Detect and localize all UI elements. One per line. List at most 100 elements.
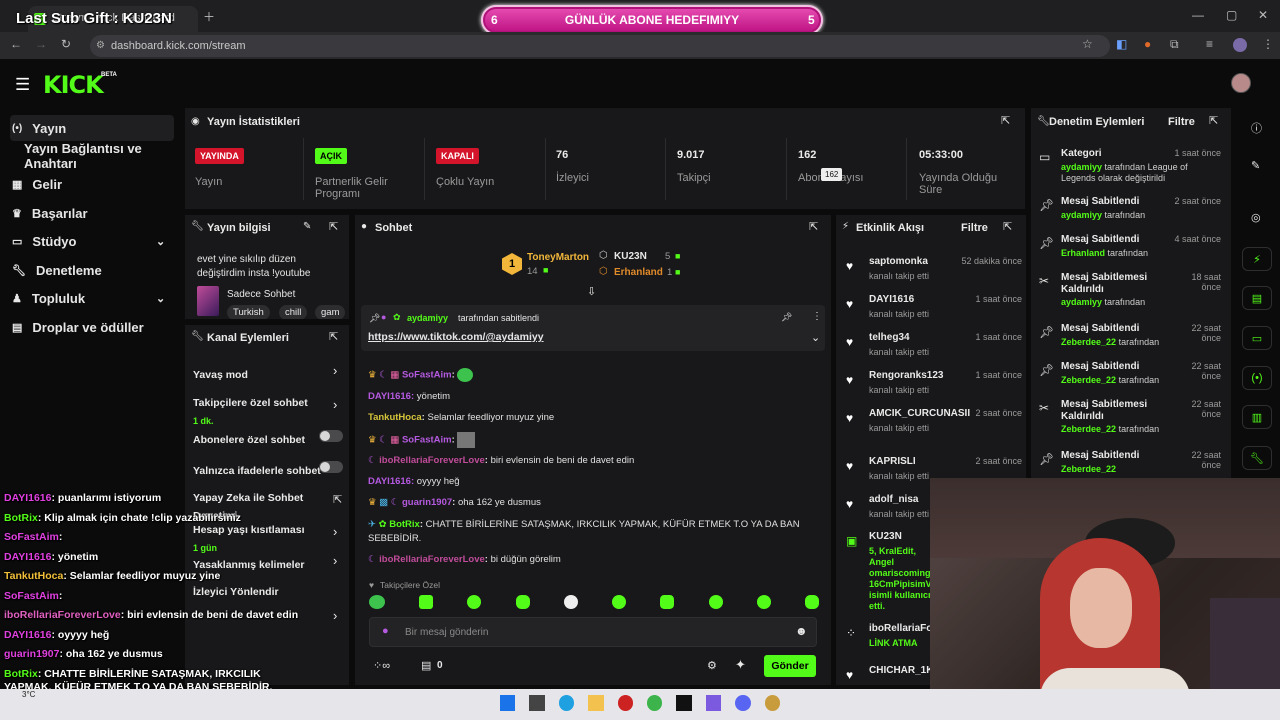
sidebar-item-achievements[interactable]: ♛ Başarılar [10, 200, 174, 226]
lightning-tool-icon[interactable]: ⚡︎ [1242, 247, 1272, 271]
chat-input[interactable]: ● Bir mesaj gönderin ☻ [369, 617, 817, 647]
moderation-user[interactable]: Zeberdee_22 [1061, 424, 1116, 434]
kick-app-icon[interactable] [676, 695, 692, 711]
emoji-picker-icon[interactable]: ☻ [795, 624, 808, 638]
sidebar-item-stream[interactable]: (•) Yayın [10, 115, 174, 141]
filter-button[interactable]: Filtre [961, 222, 988, 234]
user-avatar[interactable] [1231, 73, 1251, 93]
edge-icon[interactable] [558, 695, 575, 711]
extensions-puzzle-icon[interactable]: ⧉ [1170, 37, 1179, 52]
url-field[interactable]: ⚙ dashboard.kick.com/stream [90, 35, 1110, 57]
new-tab-icon[interactable]: ＋ [203, 8, 215, 25]
bookmark-star-icon[interactable]: ☆ [1082, 37, 1093, 51]
list-tool-icon[interactable]: ▤ [1242, 286, 1272, 310]
moderation-user[interactable]: Zeberdee_22 [1061, 375, 1116, 385]
channel-points-icon[interactable]: ⁘∞ [373, 659, 390, 672]
activity-user[interactable]: saptomonka [869, 256, 928, 267]
edit-pencil-icon[interactable]: ✎ [303, 221, 311, 232]
sidebar-item-community[interactable]: ♟ Topluluk ⌄ [10, 285, 174, 311]
activity-user[interactable]: adolf_nisa [869, 494, 918, 505]
emote-only-toggle[interactable] [319, 461, 343, 473]
activity-user[interactable]: Rengoranks123 [869, 370, 943, 381]
popout-icon[interactable]: ⇱ [1001, 114, 1010, 127]
chat-username[interactable]: BotRix [389, 519, 420, 530]
chat-username[interactable]: iboRellariaForeverLove [379, 455, 485, 466]
followers-only-row[interactable]: Takipçilere özel sohbet 1 dk. › [193, 393, 345, 426]
more-options-icon[interactable]: ⋮ [812, 311, 822, 322]
quick-emote-icon[interactable]: ✦ [735, 657, 746, 673]
chat-username[interactable]: SoFastAim [402, 435, 452, 446]
tag-chip[interactable]: gam [315, 305, 346, 319]
popout-icon[interactable]: ⇱ [1209, 114, 1218, 127]
emote-icon[interactable] [369, 595, 385, 609]
moderation-user[interactable]: Erhanland [1061, 248, 1105, 258]
raid-row[interactable]: İzleyici Yönlendir [193, 582, 345, 602]
moderation-user[interactable]: aydamiyy [1061, 210, 1102, 220]
moderation-user[interactable]: Zeberdee_22 [1061, 464, 1116, 474]
tag-chip[interactable]: Turkish [227, 305, 270, 319]
extension-icon[interactable]: ● [1144, 37, 1151, 51]
forward-icon[interactable]: → [35, 37, 47, 51]
popout-icon[interactable]: ⇱ [329, 220, 338, 233]
kick-logo[interactable]: KICK [43, 71, 104, 99]
chat-username[interactable]: SoFastAim [402, 370, 452, 381]
sidebar-item-studio[interactable]: ▭ Stüdyo ⌄ [10, 228, 174, 254]
popout-icon[interactable]: ⇱ [809, 220, 818, 233]
sidebar-item-moderation[interactable]: 🔧︎ Denetleme [10, 257, 174, 283]
activity-user[interactable]: KU23N [869, 531, 902, 542]
tag-chip[interactable]: chill [279, 305, 308, 319]
close-icon[interactable]: ✕ [1258, 8, 1268, 22]
sidebar-item-revenue[interactable]: ▦ Gelir [10, 171, 174, 197]
pinned-link[interactable]: https://www.tiktok.com/@aydamiyy [368, 331, 544, 343]
maximize-icon[interactable]: ▢ [1226, 8, 1237, 22]
expand-gifters-icon[interactable]: ⇩ [587, 285, 596, 298]
chat-username[interactable]: iboRellariaForeverLove [379, 554, 485, 565]
subscribers-only-toggle[interactable] [319, 430, 343, 442]
moderation-user[interactable]: aydamiyy [1061, 297, 1102, 307]
start-icon[interactable] [500, 695, 516, 711]
emote-icon[interactable] [756, 595, 771, 609]
chat-username[interactable]: TankutHoca [368, 412, 422, 423]
discord-icon[interactable] [735, 695, 751, 711]
activity-user[interactable]: KAPRISLI [869, 456, 916, 467]
chat-username[interactable]: DAYI1616 [368, 476, 411, 487]
moderation-user[interactable]: aydamiyy [1061, 162, 1102, 172]
filter-button[interactable]: Filtre [1168, 116, 1195, 128]
reading-list-icon[interactable]: ≡ [1206, 37, 1213, 51]
league-icon[interactable] [764, 695, 781, 711]
app-icon[interactable] [705, 695, 722, 711]
send-button[interactable]: Gönder [764, 655, 816, 677]
settings-gear-icon[interactable]: ⚙ [707, 659, 717, 672]
explorer-icon[interactable] [588, 695, 604, 711]
site-info-icon[interactable]: ⚙ [96, 35, 105, 57]
activity-user[interactable]: DAYI1616 [869, 294, 914, 305]
chat-username[interactable]: guarin1907 [402, 497, 452, 508]
account-age-row[interactable]: Hesap yaşı kısıtlaması 1 gün › [193, 520, 345, 553]
emote-icon[interactable] [467, 595, 482, 609]
emote-icon[interactable] [708, 595, 723, 609]
chat-username[interactable]: DAYI1616 [368, 391, 411, 402]
sidebar-item-stream-key[interactable]: Yayın Bağlantısı ve Anahtarı [22, 141, 192, 171]
emote-icon[interactable] [563, 595, 578, 609]
profile-avatar[interactable] [1233, 38, 1247, 52]
external-link-icon[interactable]: ⇱ [333, 493, 342, 506]
wrench-tool-icon[interactable]: 🔧︎ [1242, 446, 1272, 470]
task-view-icon[interactable] [529, 695, 545, 711]
browser-menu-icon[interactable]: ⋮ [1262, 37, 1274, 51]
sidebar-item-drops[interactable]: ▤ Droplar ve ödüller [10, 314, 174, 340]
info-icon[interactable]: ⓘ [1251, 120, 1262, 136]
chevron-right-icon[interactable]: › [333, 608, 337, 623]
emote-icon[interactable] [515, 595, 530, 609]
moderation-user[interactable]: Zeberdee_22 [1061, 337, 1116, 347]
hamburger-menu-icon[interactable]: ☰ [15, 75, 30, 95]
back-icon[interactable]: ← [10, 37, 22, 51]
activity-user[interactable]: telheg34 [869, 332, 910, 343]
popout-icon[interactable]: ⇱ [329, 330, 338, 343]
camera-icon[interactable]: ◎ [1251, 211, 1261, 224]
app-icon[interactable] [617, 695, 634, 711]
reload-icon[interactable]: ↻ [61, 37, 71, 51]
unpin-icon[interactable]: 📌︎ [781, 312, 792, 323]
slow-mode-row[interactable]: Yavaş mod › [193, 363, 345, 385]
chat-tool-icon[interactable]: ▭ [1242, 326, 1272, 350]
store-icon[interactable]: ▤ [421, 659, 431, 672]
